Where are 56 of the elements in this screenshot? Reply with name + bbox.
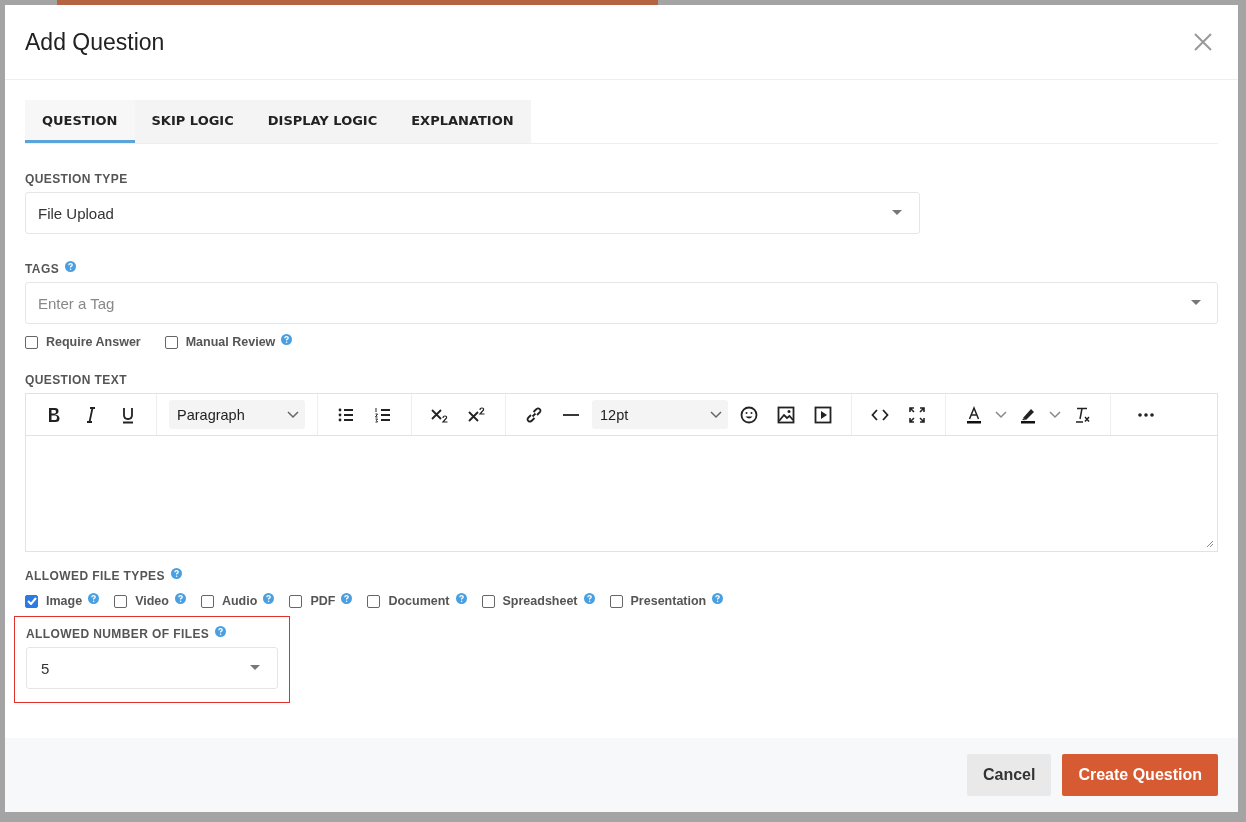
checkbox[interactable] — [114, 594, 128, 608]
field-label: ALLOWED FILE TYPES — [25, 569, 165, 583]
close-icon[interactable] — [1194, 33, 1212, 51]
help-icon[interactable] — [170, 567, 182, 579]
field-label: ALLOWED NUMBER OF FILES — [26, 627, 210, 641]
dropdown[interactable]: 12pt — [592, 400, 728, 429]
text-color-icon[interactable] — [964, 404, 984, 425]
file-type-label: Presentation — [630, 594, 707, 608]
dropdown[interactable]: Paragraph — [169, 400, 305, 429]
help-icon[interactable] — [88, 592, 100, 604]
file-type-label: Spreadsheet — [502, 594, 578, 608]
create-button[interactable]: Create Question — [1062, 754, 1218, 796]
help-icon[interactable] — [341, 592, 353, 604]
checkbox[interactable] — [367, 594, 381, 608]
field-label: QUESTION TYPE — [25, 172, 128, 186]
select-field[interactable]: File Upload — [25, 192, 920, 234]
checkbox[interactable] — [25, 335, 38, 349]
image-icon[interactable] — [776, 404, 796, 425]
video-icon[interactable] — [813, 404, 833, 425]
caret-icon[interactable] — [892, 210, 902, 216]
dialog-title: Add Question — [25, 28, 165, 56]
caret-icon[interactable] — [1191, 300, 1201, 306]
emoji-icon[interactable] — [739, 404, 759, 425]
select-field[interactable]: 5 — [26, 647, 278, 689]
checkbox[interactable] — [609, 594, 623, 608]
help-icon[interactable] — [455, 592, 467, 604]
chevron-down-icon[interactable] — [1049, 410, 1061, 419]
checkbox[interactable] — [25, 594, 38, 608]
checkbox-label: Manual Review — [185, 335, 276, 349]
checkbox[interactable] — [481, 594, 495, 608]
chevron-down-icon[interactable] — [995, 410, 1007, 419]
checkbox[interactable] — [289, 594, 303, 608]
fullscreen-icon[interactable] — [907, 404, 927, 425]
field-label: QUESTION TEXT — [25, 373, 127, 387]
field-label: TAGS — [25, 262, 60, 276]
help-icon[interactable] — [263, 592, 275, 604]
resize-handle-icon[interactable] — [1206, 540, 1214, 548]
chevron-down-icon[interactable] — [287, 410, 299, 419]
file-type-label: Image — [46, 594, 83, 608]
file-type-label: Video — [135, 594, 169, 608]
help-icon[interactable] — [281, 333, 293, 345]
cancel-button[interactable]: Cancel — [966, 754, 1052, 796]
help-icon[interactable] — [712, 592, 724, 604]
help-icon[interactable] — [174, 592, 186, 604]
help-icon[interactable] — [215, 625, 227, 637]
file-type-label: Audio — [221, 594, 258, 608]
checkbox[interactable] — [200, 594, 214, 608]
file-type-label: PDF — [310, 594, 336, 608]
caret-icon[interactable] — [250, 665, 260, 671]
checkbox-label: Require Answer — [46, 335, 141, 349]
file-type-label: Document — [388, 594, 450, 608]
tag-field[interactable]: Enter a Tag — [25, 282, 1218, 324]
checkbox[interactable] — [164, 335, 178, 349]
chevron-down-icon[interactable] — [710, 410, 722, 419]
help-icon[interactable] — [583, 592, 595, 604]
help-icon[interactable] — [65, 260, 77, 272]
